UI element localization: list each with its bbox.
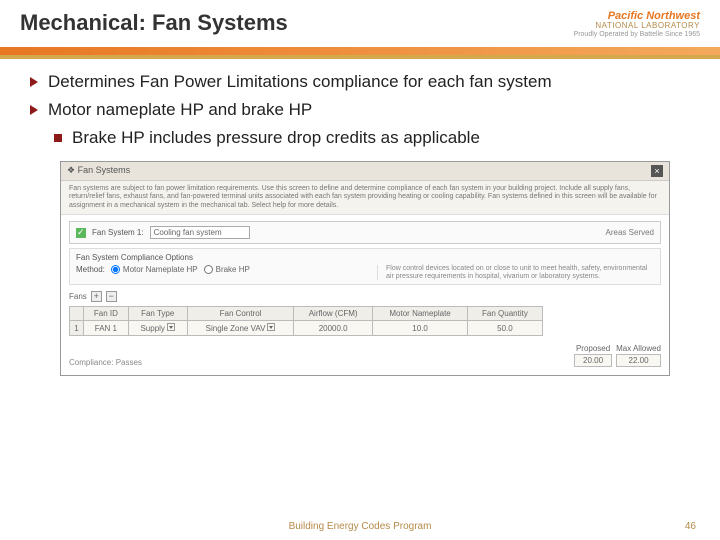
method-opt1-label: Motor Nameplate HP [123,265,198,274]
checkmark-icon[interactable] [76,228,86,238]
cell-airflow[interactable]: 20000.0 [294,321,372,336]
cell-nameplate[interactable]: 10.0 [372,321,467,336]
bullet-arrow-icon [30,105,38,115]
fan-system-name-input[interactable]: Cooling fan system [150,226,250,239]
bullet-1: Determines Fan Power Limitations complia… [48,71,552,93]
logo-line3: Proudly Operated by Battelle Since 1965 [574,31,700,39]
logo-line2: NATIONAL LABORATORY [574,22,700,31]
method-label: Method: [76,265,105,274]
tab-title: Fan Systems [78,165,131,175]
compliance-options: Fan System Compliance Options Method: Mo… [69,248,661,285]
options-title: Fan System Compliance Options [76,253,654,262]
fan-system-row: Fan System 1: Cooling fan system Areas S… [69,221,661,244]
info-text: Fan systems are subject to fan power lim… [61,181,669,215]
fan-system-label: Fan System 1: [92,228,144,237]
close-icon[interactable]: × [651,165,663,177]
proposed-value: 20.00 [574,354,612,367]
add-fan-button[interactable]: + [91,291,102,302]
fans-label: Fans [69,292,87,301]
page-number: 46 [685,521,696,532]
bullet-2: Motor nameplate HP and brake HP [48,99,312,121]
lab-logo: Pacific Northwest NATIONAL LABORATORY Pr… [574,10,700,39]
dropdown-icon[interactable] [267,323,275,331]
th-airflow: Airflow (CFM) [294,307,372,321]
cell-fan-id[interactable]: FAN 1 [84,321,129,336]
fans-table: Fan ID Fan Type Fan Control Airflow (CFM… [69,306,543,336]
th-fan-type: Fan Type [128,307,187,321]
compliance-status: Compliance: Passes [69,358,142,367]
th-fan-id: Fan ID [84,307,129,321]
screenshot-panel: ❖ Fan Systems × Fan systems are subject … [60,161,670,377]
screenshot-header: ❖ Fan Systems × [61,162,669,181]
bullet-square-icon [54,134,62,142]
table-header-row: Fan ID Fan Type Fan Control Airflow (CFM… [70,307,543,321]
areas-served-link[interactable]: Areas Served [606,228,654,237]
method-brake-radio[interactable]: Brake HP [204,265,250,274]
method-nameplate-radio[interactable]: Motor Nameplate HP [111,265,198,274]
method-opt2-label: Brake HP [216,265,250,274]
th-quantity: Fan Quantity [468,307,542,321]
row-index: 1 [70,321,84,336]
tab-icon: ❖ [67,165,75,175]
cell-fan-control[interactable]: Single Zone VAV [187,321,294,336]
remove-fan-button[interactable]: − [106,291,117,302]
th-nameplate: Motor Nameplate [372,307,467,321]
allowed-header: Max Allowed [616,344,661,353]
th-fan-control: Fan Control [187,307,294,321]
table-row[interactable]: 1 FAN 1 Supply Single Zone VAV 20000.0 1… [70,321,543,336]
slide-title: Mechanical: Fan Systems [20,10,288,36]
bullet-arrow-icon [30,77,38,87]
flow-control-note: Flow control devices located on or close… [377,265,654,280]
cell-fan-type[interactable]: Supply [128,321,187,336]
orange-bar [0,47,720,55]
sub-bullet-1: Brake HP includes pressure drop credits … [72,127,480,149]
proposed-header: Proposed [574,344,612,353]
allowed-value: 22.00 [616,354,661,367]
footer-program: Building Energy Codes Program [0,521,720,532]
dropdown-icon[interactable] [167,323,175,331]
cell-quantity[interactable]: 50.0 [468,321,542,336]
